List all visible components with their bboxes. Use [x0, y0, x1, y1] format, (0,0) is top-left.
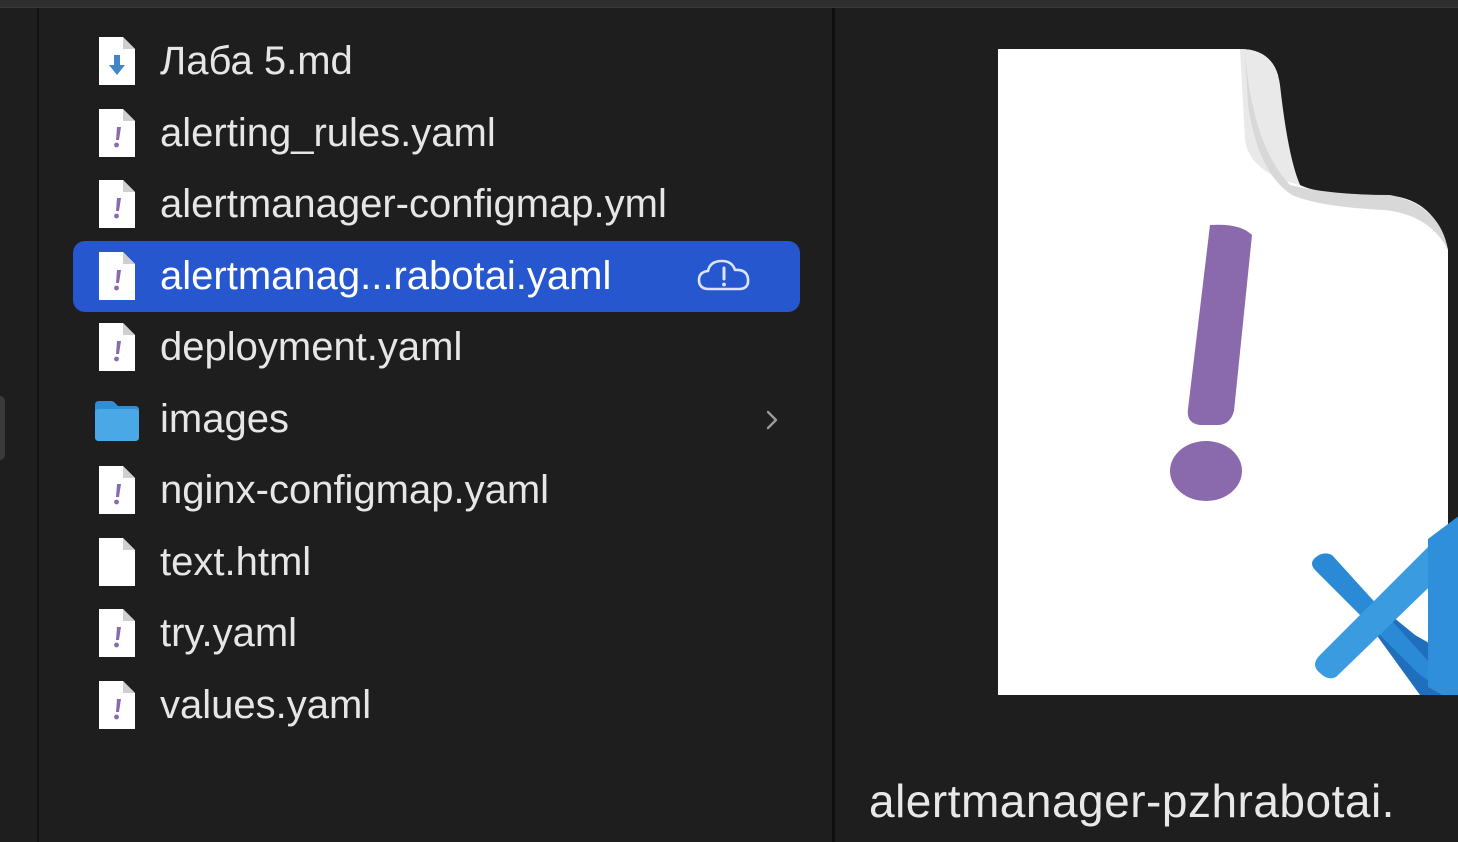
column-scroll-indicator[interactable] [0, 396, 5, 460]
file-name: Лаба 5.md [160, 39, 353, 83]
file-row[interactable]: nginx-configmap.yaml [73, 455, 800, 526]
file-row[interactable]: alerting_rules.yaml [73, 98, 800, 169]
file-name: values.yaml [160, 682, 372, 727]
parent-column[interactable] [0, 8, 39, 842]
folder-icon [95, 393, 139, 445]
cloud-alert-icon[interactable] [695, 255, 753, 297]
file-name: images [160, 396, 289, 441]
blank-file-icon [95, 536, 139, 588]
yaml-file-icon [95, 250, 139, 302]
finder-window: Лаба 5.md alerting_rules.yaml alertmanager… [0, 0, 1458, 842]
file-name: nginx-configmap.yaml [160, 468, 550, 512]
yaml-file-icon [95, 464, 139, 516]
yaml-file-icon [95, 107, 139, 159]
file-row[interactable]: images [73, 384, 800, 455]
file-name: text.html [160, 539, 312, 584]
toolbar-edge [0, 0, 1458, 8]
file-row-selected[interactable]: alertmanag...rabotai.yaml [73, 240, 800, 312]
file-row[interactable]: Лаба 5.md [73, 26, 800, 97]
file-row[interactable]: values.yaml [73, 670, 800, 741]
file-row[interactable]: try.yaml [73, 598, 800, 669]
chevron-right-icon[interactable] [761, 405, 783, 435]
markdown-file-icon [95, 35, 139, 87]
yaml-document-preview-icon [998, 49, 1458, 695]
preview-pane: alertmanager-pzhrabotai. [835, 8, 1458, 842]
file-row[interactable]: text.html [73, 527, 800, 598]
file-row[interactable]: deployment.yaml [73, 312, 800, 383]
file-name: alerting_rules.yaml [160, 110, 496, 155]
file-name: try.yaml [160, 611, 298, 655]
file-name: deployment.yaml [160, 325, 463, 369]
yaml-file-icon [95, 607, 139, 659]
preview-filename: alertmanager-pzhrabotai. [869, 775, 1395, 827]
file-name: alertmanager-configmap.yml [160, 182, 667, 226]
yaml-file-icon [95, 321, 139, 373]
yaml-file-icon [95, 679, 139, 731]
file-name: alertmanag...rabotai.yaml [160, 253, 612, 298]
yaml-file-icon [95, 178, 139, 230]
file-row[interactable]: alertmanager-configmap.yml [73, 169, 800, 240]
